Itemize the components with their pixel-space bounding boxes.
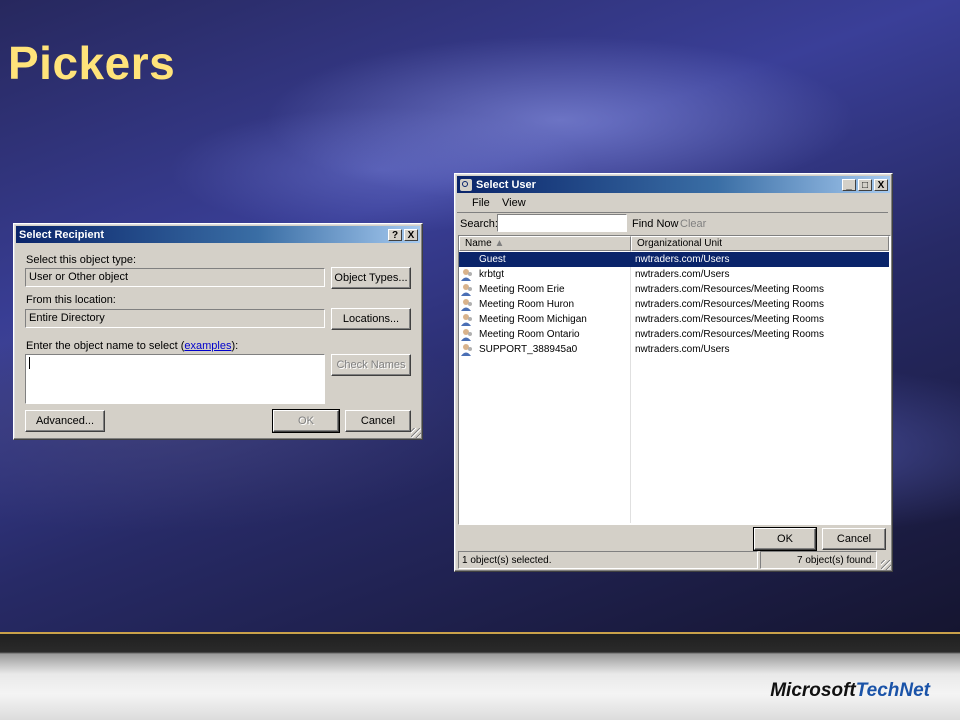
location-field: Entire Directory	[25, 309, 325, 328]
cancel-button[interactable]: Cancel	[345, 410, 411, 432]
object-type-field: User or Other object	[25, 268, 325, 287]
object-type-label: Select this object type:	[26, 254, 137, 266]
dialog-title: Select Recipient	[19, 228, 104, 241]
search-icon	[460, 178, 472, 191]
menu-file[interactable]: File	[472, 197, 490, 209]
menu-view[interactable]: View	[502, 197, 526, 209]
row-name: Meeting Room Michigan	[479, 314, 587, 325]
ok-button[interactable]: OK	[753, 527, 817, 551]
row-ou: nwtraders.com/Users	[635, 254, 730, 265]
cancel-button[interactable]: Cancel	[822, 528, 886, 550]
footer-band	[0, 634, 960, 720]
row-ou: nwtraders.com/Resources/Meeting Rooms	[635, 314, 824, 325]
brand-technet: TechNet	[855, 680, 930, 701]
object-name-label-prefix: Enter the object name to select (	[26, 340, 185, 352]
location-label: From this location:	[26, 294, 116, 306]
menu-divider	[457, 212, 888, 213]
menu-bar: File View	[457, 194, 888, 212]
column-header-name-label: Name	[465, 238, 492, 249]
row-ou: nwtraders.com/Users	[635, 269, 730, 280]
advanced-button[interactable]: Advanced...	[25, 410, 105, 432]
row-name: Meeting Room Huron	[479, 299, 575, 310]
resize-grip[interactable]	[411, 428, 421, 438]
find-now-button[interactable]: Find Now	[632, 218, 678, 230]
row-name: Meeting Room Ontario	[479, 329, 580, 340]
column-header-name[interactable]: Name ▲	[459, 236, 631, 251]
table-row[interactable]: Meeting Room Huron nwtraders.com/Resourc…	[459, 297, 889, 312]
maximize-button[interactable]: □	[858, 178, 872, 191]
check-names-button[interactable]: Check Names	[331, 354, 411, 376]
examples-link[interactable]: examples	[184, 340, 231, 352]
brand-logo: MicrosoftTechNet	[770, 680, 930, 702]
row-name: SUPPORT_388945a0	[479, 344, 578, 355]
row-ou: nwtraders.com/Users	[635, 344, 730, 355]
row-ou: nwtraders.com/Resources/Meeting Rooms	[635, 299, 824, 310]
table-row[interactable]: Meeting Room Ontario nwtraders.com/Resou…	[459, 327, 889, 342]
dialog-title: Select User	[476, 178, 536, 191]
search-label: Search:	[460, 218, 498, 230]
ok-button[interactable]: OK	[272, 409, 340, 433]
select-recipient-dialog: Select Recipient ? X Select this object …	[13, 223, 423, 440]
table-row[interactable]: Meeting Room Erie nwtraders.com/Resource…	[459, 282, 889, 297]
object-name-label: Enter the object name to select (example…	[26, 340, 238, 352]
text-caret	[29, 357, 30, 369]
slide-title: Pickers	[8, 37, 176, 89]
row-ou: nwtraders.com/Resources/Meeting Rooms	[635, 284, 824, 295]
row-name: Guest	[461, 252, 629, 267]
table-row[interactable]: Meeting Room Michigan nwtraders.com/Reso…	[459, 312, 889, 327]
locations-button[interactable]: Locations...	[331, 308, 411, 330]
table-row[interactable]: SUPPORT_388945a0 nwtraders.com/Users	[459, 342, 889, 357]
help-button[interactable]: ?	[388, 228, 402, 241]
clear-button[interactable]: Clear	[680, 218, 706, 230]
close-button[interactable]: X	[404, 228, 418, 241]
object-types-button[interactable]: Object Types...	[331, 267, 411, 289]
brand-microsoft: Microsoft	[770, 680, 856, 701]
status-selected: 1 object(s) selected.	[458, 551, 758, 569]
row-name: krbtgt	[479, 269, 505, 280]
minimize-button[interactable]: _	[842, 178, 856, 191]
table-row[interactable]: krbtgt nwtraders.com/Users	[459, 267, 889, 282]
close-button[interactable]: X	[874, 178, 888, 191]
table-row[interactable]: Guest nwtraders.com/Users	[459, 252, 889, 267]
row-name: Meeting Room Erie	[479, 284, 565, 295]
sort-arrow-icon: ▲	[494, 238, 505, 249]
object-name-label-suffix: ):	[231, 340, 239, 352]
search-input[interactable]	[497, 214, 627, 232]
select-user-dialog: Select User _ □ X File View Search: Find…	[454, 173, 893, 572]
column-header-ou[interactable]: Organizational Unit	[631, 236, 889, 251]
select-user-titlebar[interactable]: Select User _ □ X	[457, 176, 890, 193]
object-name-input[interactable]	[25, 354, 325, 404]
status-found: 7 object(s) found.	[760, 551, 877, 569]
resize-grip[interactable]	[881, 560, 891, 570]
results-list[interactable]: Name ▲ Organizational Unit Guest nwtrade…	[458, 235, 891, 525]
row-ou: nwtraders.com/Resources/Meeting Rooms	[635, 329, 824, 340]
select-recipient-titlebar[interactable]: Select Recipient ? X	[16, 226, 420, 243]
